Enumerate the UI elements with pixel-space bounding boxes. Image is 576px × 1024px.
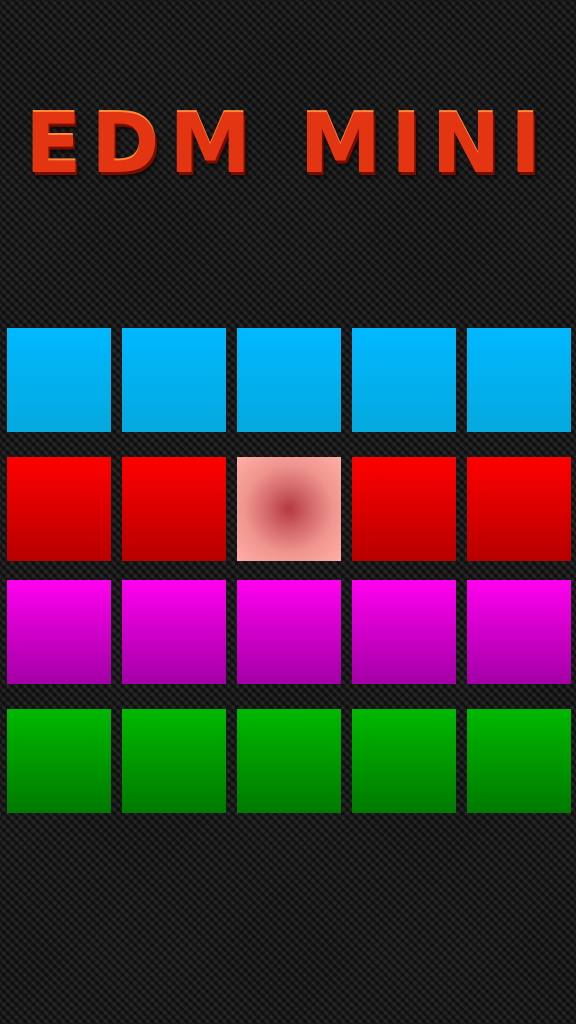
pad-magenta-3[interactable] [237,580,341,684]
pad-row-magenta [7,580,571,684]
pad-blue-4[interactable] [352,328,456,432]
pad-red-5[interactable] [467,457,571,561]
pad-green-5[interactable] [467,709,571,813]
pad-blue-3[interactable] [237,328,341,432]
pad-row-blue [7,328,571,432]
pad-magenta-1[interactable] [7,580,111,684]
pad-green-3[interactable] [237,709,341,813]
app-title: EDM MINI [25,97,551,192]
pad-green-1[interactable] [7,709,111,813]
pad-green-2[interactable] [122,709,226,813]
pad-red-3-active[interactable] [237,457,341,561]
pad-row-red [7,457,571,561]
pad-magenta-4[interactable] [352,580,456,684]
pad-red-2[interactable] [122,457,226,561]
pad-row-green [7,709,571,813]
pad-blue-1[interactable] [7,328,111,432]
pad-green-4[interactable] [352,709,456,813]
pad-magenta-5[interactable] [467,580,571,684]
pad-red-1[interactable] [7,457,111,561]
pad-magenta-2[interactable] [122,580,226,684]
pad-blue-5[interactable] [467,328,571,432]
pad-red-4[interactable] [352,457,456,561]
pad-blue-2[interactable] [122,328,226,432]
